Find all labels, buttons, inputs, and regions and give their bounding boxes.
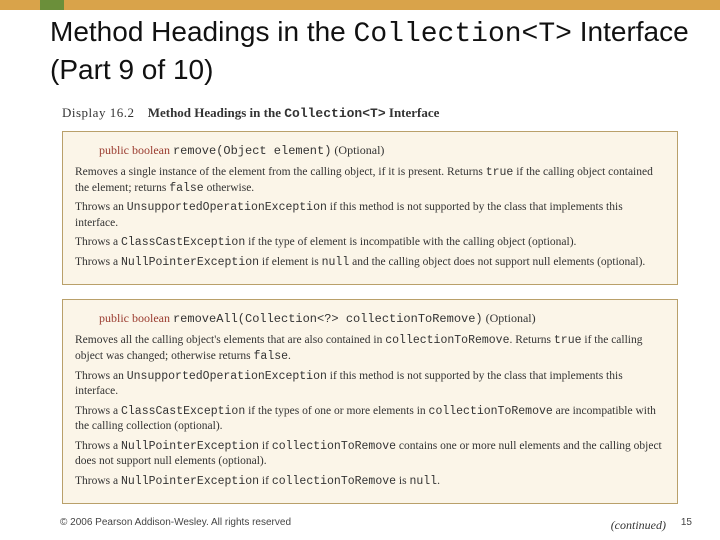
t: . [437, 475, 440, 487]
code-null: null [409, 475, 437, 488]
t: if the type of element is incompatible w… [245, 236, 576, 248]
t: Throws a [75, 440, 121, 452]
t: . [288, 350, 291, 362]
t: is [396, 475, 409, 487]
accent-bar [0, 0, 720, 10]
signature-remove: public boolean remove(Object element) (O… [99, 142, 665, 159]
t: Throws a [75, 405, 121, 417]
display-title: Method Headings in the Collection<T> Int… [148, 105, 440, 120]
display-title-suffix: Interface [386, 105, 440, 120]
desc-line: Throws a NullPointerException if collect… [75, 474, 665, 490]
code-arg: collectionToRemove [272, 475, 396, 488]
desc-line: Throws a ClassCastException if the types… [75, 404, 665, 435]
t: Removes all the calling object's element… [75, 334, 385, 346]
code-arg: collectionToRemove [385, 334, 509, 347]
title-prefix: Method Headings in the [50, 16, 354, 47]
desc-line: Throws a NullPointerException if collect… [75, 439, 665, 470]
desc-line: Throws an UnsupportedOperationException … [75, 200, 665, 231]
code-ex: ClassCastException [121, 405, 245, 418]
t: otherwise. [204, 182, 254, 194]
code-arg: collectionToRemove [272, 440, 396, 453]
desc-line: Removes a single instance of the element… [75, 165, 665, 196]
signature-removeall: public boolean removeAll(Collection<?> c… [99, 310, 665, 327]
t: Throws a [75, 256, 121, 268]
title-code: Collection<T> [354, 19, 572, 50]
display-label: Display 16.2 [62, 105, 134, 120]
t: Throws an [75, 370, 127, 382]
desc-line: Throws an UnsupportedOperationException … [75, 369, 665, 400]
code-false: false [169, 182, 204, 195]
code-ex: UnsupportedOperationException [127, 201, 327, 214]
sig-code: remove(Object element) [173, 144, 331, 158]
t: Throws a [75, 236, 121, 248]
desc-line: Throws a NullPointerException if element… [75, 255, 665, 271]
sig-optional: (Optional) [334, 143, 384, 157]
code-arg: collectionToRemove [429, 405, 553, 418]
sig-keywords: public boolean [99, 311, 170, 325]
t: if [259, 440, 272, 452]
desc-line: Throws a ClassCastException if the type … [75, 235, 665, 251]
code-false: false [254, 350, 289, 363]
code-true: true [554, 334, 582, 347]
sig-keywords: public boolean [99, 143, 170, 157]
code-ex: ClassCastException [121, 236, 245, 249]
t: Throws an [75, 201, 127, 213]
display-heading: Display 16.2 Method Headings in the Coll… [62, 105, 698, 121]
t: . Returns [509, 334, 553, 346]
method-box-removeall: public boolean removeAll(Collection<?> c… [62, 299, 678, 504]
code-ex: NullPointerException [121, 475, 259, 488]
code-true: true [486, 166, 514, 179]
t: and the calling object does not support … [349, 256, 645, 268]
t: if the types of one or more elements in [245, 405, 428, 417]
display-title-prefix: Method Headings in the [148, 105, 285, 120]
t: Throws a [75, 475, 121, 487]
copyright: © 2006 Pearson Addison-Wesley. All right… [60, 517, 291, 528]
footer: © 2006 Pearson Addison-Wesley. All right… [60, 517, 692, 528]
display-title-code: Collection<T> [284, 106, 385, 121]
method-box-remove: public boolean remove(Object element) (O… [62, 131, 678, 285]
t: if [259, 475, 272, 487]
code-ex: UnsupportedOperationException [127, 370, 327, 383]
page-title: Method Headings in the Collection<T> Int… [50, 14, 698, 87]
sig-optional: (Optional) [486, 311, 536, 325]
code-ex: NullPointerException [121, 256, 259, 269]
desc-line: Removes all the calling object's element… [75, 333, 665, 364]
slide-body: Method Headings in the Collection<T> Int… [0, 0, 720, 533]
code-null: null [322, 256, 350, 269]
code-ex: NullPointerException [121, 440, 259, 453]
sig-code: removeAll(Collection<?> collectionToRemo… [173, 312, 483, 326]
page-number: 15 [681, 517, 692, 528]
t: Removes a single instance of the element… [75, 166, 486, 178]
t: if element is [259, 256, 322, 268]
